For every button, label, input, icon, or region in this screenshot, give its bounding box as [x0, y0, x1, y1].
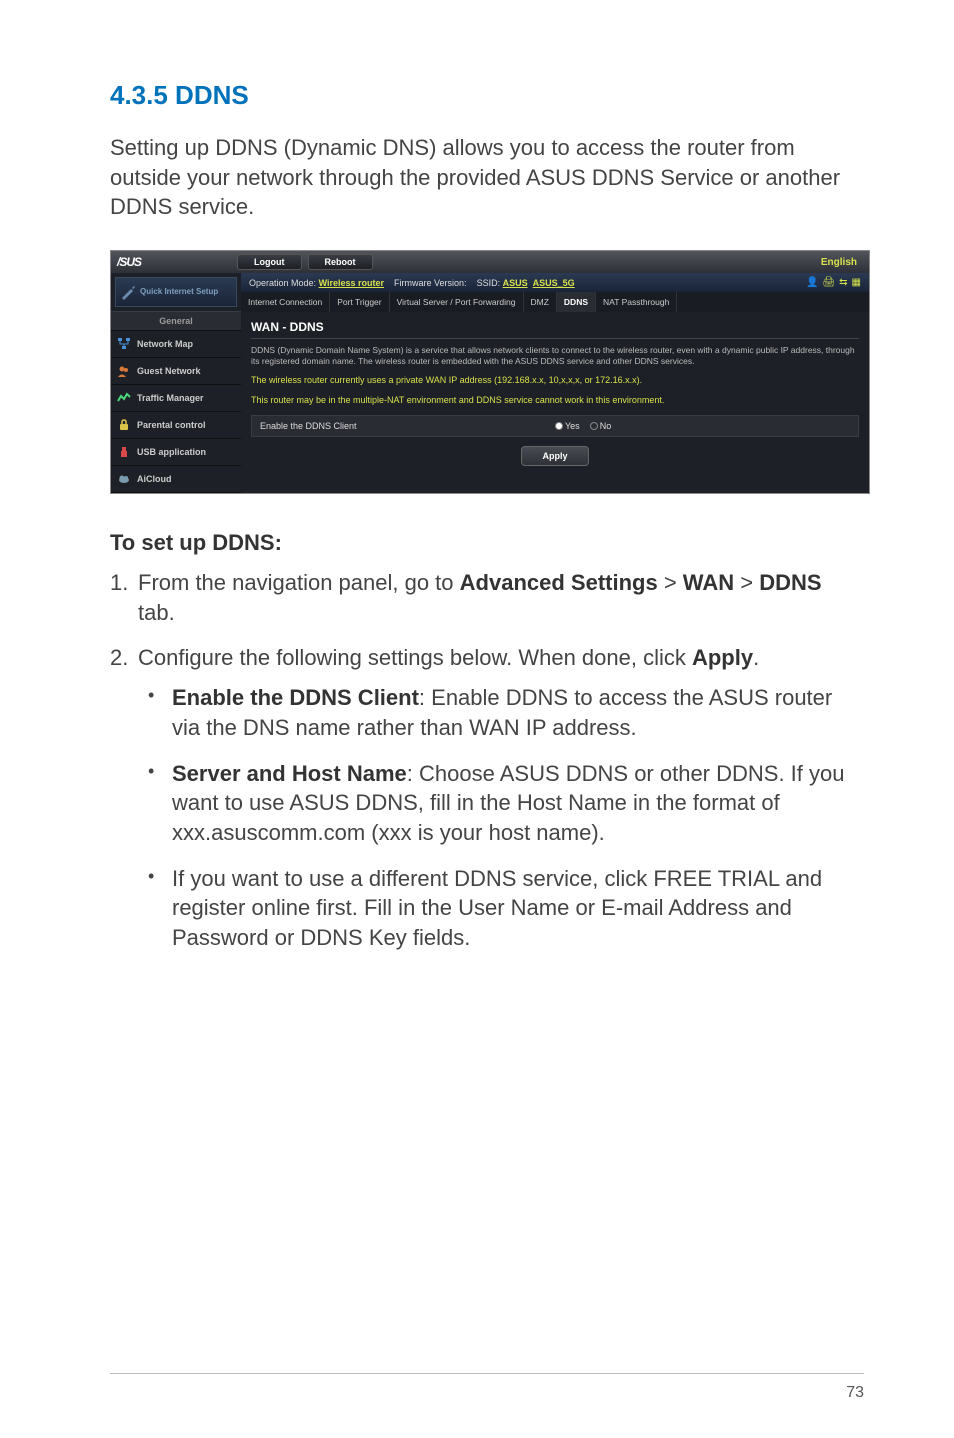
- sidebar-item-parental-control[interactable]: Parental control: [111, 412, 241, 439]
- setup-steps: From the navigation panel, go to Advance…: [110, 568, 864, 953]
- tab-virtual-server[interactable]: Virtual Server / Port Forwarding: [390, 292, 524, 312]
- bullet-free-trial: If you want to use a different DDNS serv…: [138, 864, 864, 953]
- setup-subheading: To set up DDNS:: [110, 530, 864, 556]
- radio-no[interactable]: [590, 422, 598, 430]
- usb-icon: [117, 445, 131, 459]
- radio-no-label: No: [600, 421, 612, 431]
- sidebar-general-heading: General: [111, 311, 241, 331]
- main-panel: Operation Mode: Wireless router Firmware…: [241, 273, 869, 493]
- printer-icon[interactable]: 🖨: [822, 277, 835, 288]
- tab-nat-passthrough[interactable]: NAT Passthrough: [596, 292, 677, 312]
- sidebar-item-label: Traffic Manager: [137, 393, 204, 403]
- intro-paragraph: Setting up DDNS (Dynamic DNS) allows you…: [110, 133, 864, 222]
- ddns-warning-1: The wireless router currently uses a pri…: [251, 375, 859, 387]
- step1-bold-settings: Advanced Settings: [460, 570, 658, 595]
- section-title: 4.3.5 DDNS: [110, 80, 864, 111]
- network-map-icon: [117, 337, 131, 351]
- step2-text-a: Configure the following settings below. …: [138, 645, 692, 670]
- step1-bold-wan: WAN: [683, 570, 734, 595]
- step-1: From the navigation panel, go to Advance…: [110, 568, 864, 627]
- ssid-value-2[interactable]: ASUS_5G: [533, 278, 575, 288]
- sidebar-item-label: Network Map: [137, 339, 193, 349]
- quick-setup-label: Quick Internet Setup: [140, 288, 218, 297]
- step2-text-c: .: [753, 645, 759, 670]
- user-icon[interactable]: 👤: [806, 277, 818, 288]
- ssid-label: SSID:: [477, 278, 501, 288]
- op-mode-value[interactable]: Wireless router: [319, 278, 384, 288]
- sidebar-item-label: Guest Network: [137, 366, 201, 376]
- parental-control-icon: [117, 418, 131, 432]
- reboot-button[interactable]: Reboot: [308, 254, 373, 270]
- radio-yes-label: Yes: [565, 421, 580, 431]
- logout-button[interactable]: Logout: [237, 254, 302, 270]
- op-mode-label: Operation Mode:: [249, 278, 316, 288]
- step1-text-e: >: [734, 570, 759, 595]
- step1-bold-ddns: DDNS: [759, 570, 821, 595]
- step-2: Configure the following settings below. …: [110, 643, 864, 952]
- bullet3-text: If you want to use a different DDNS serv…: [172, 866, 822, 950]
- bullet-server-host: Server and Host Name: Choose ASUS DDNS o…: [138, 759, 864, 848]
- sidebar-item-network-map[interactable]: Network Map: [111, 331, 241, 358]
- tab-dmz[interactable]: DMZ: [524, 292, 557, 312]
- enable-ddns-row: Enable the DDNS Client Yes No: [251, 415, 859, 437]
- aicloud-icon: [117, 472, 131, 486]
- sidebar-item-label: USB application: [137, 447, 206, 457]
- wan-tabs: Internet Connection Port Trigger Virtual…: [241, 292, 869, 312]
- guest-network-icon: [117, 364, 131, 378]
- apply-button[interactable]: Apply: [521, 446, 588, 466]
- ssid-value-1[interactable]: ASUS: [503, 278, 528, 288]
- step1-text-a: From the navigation panel, go to: [138, 570, 460, 595]
- usb-status-icon[interactable]: ⇆: [839, 277, 847, 288]
- fw-label: Firmware Version:: [394, 278, 467, 288]
- list-icon[interactable]: ▦: [852, 277, 861, 288]
- sidebar-item-aicloud[interactable]: AiCloud: [111, 466, 241, 493]
- tab-port-trigger[interactable]: Port Trigger: [330, 292, 389, 312]
- sidebar-item-traffic-manager[interactable]: Traffic Manager: [111, 385, 241, 412]
- sidebar-item-label: Parental control: [137, 420, 206, 430]
- page-number: 73: [846, 1384, 864, 1402]
- tab-ddns[interactable]: DDNS: [557, 292, 596, 312]
- tab-internet-connection[interactable]: Internet Connection: [241, 292, 330, 312]
- sidebar-item-usb-application[interactable]: USB application: [111, 439, 241, 466]
- footer-divider: [110, 1373, 864, 1374]
- step1-text-c: >: [658, 570, 683, 595]
- info-bar: Operation Mode: Wireless router Firmware…: [241, 273, 869, 292]
- step2-bold-apply: Apply: [692, 645, 753, 670]
- language-selector[interactable]: English: [821, 257, 863, 268]
- sidebar-item-guest-network[interactable]: Guest Network: [111, 358, 241, 385]
- traffic-manager-icon: [117, 391, 131, 405]
- bullet1-bold: Enable the DDNS Client: [172, 685, 419, 710]
- wan-ddns-title: WAN - DDNS: [251, 320, 859, 339]
- sidebar: Quick Internet Setup General Network Map…: [111, 273, 241, 493]
- bullet-enable-ddns: Enable the DDNS Client: Enable DDNS to a…: [138, 683, 864, 742]
- radio-yes[interactable]: [555, 422, 563, 430]
- quick-internet-setup[interactable]: Quick Internet Setup: [115, 277, 237, 307]
- status-icons: 👤 🖨 ⇆ ▦: [806, 277, 861, 288]
- ddns-warning-2: This router may be in the multiple-NAT e…: [251, 395, 859, 407]
- sidebar-item-label: AiCloud: [137, 474, 172, 484]
- settings-bullets: Enable the DDNS Client: Enable DDNS to a…: [138, 683, 864, 953]
- router-screenshot: /SUS Logout Reboot English Quick Interne…: [110, 250, 870, 494]
- wand-icon: [120, 284, 136, 300]
- enable-ddns-label: Enable the DDNS Client: [260, 421, 555, 431]
- step1-text-g: tab.: [138, 600, 175, 625]
- bullet2-bold: Server and Host Name: [172, 761, 407, 786]
- asus-logo: /SUS: [117, 255, 237, 269]
- ddns-description: DDNS (Dynamic Domain Name System) is a s…: [251, 345, 859, 367]
